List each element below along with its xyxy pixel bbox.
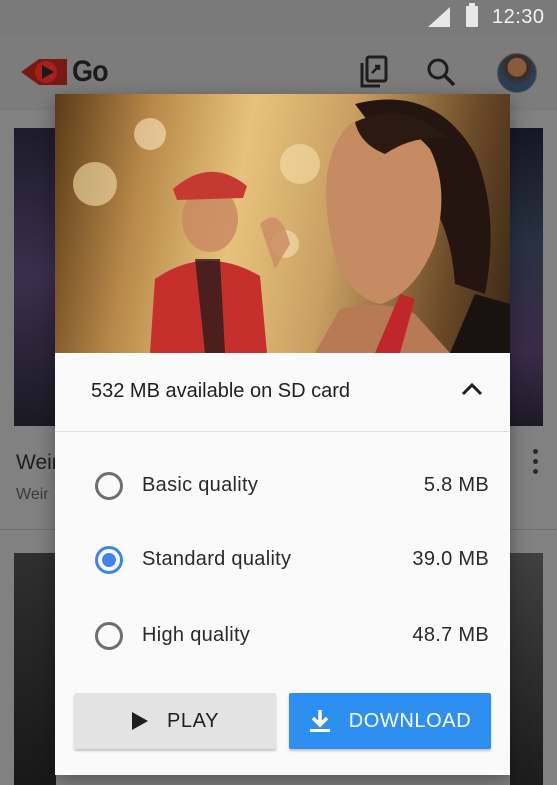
video-title[interactable]: Weir [16,451,59,475]
download-icon [309,709,331,733]
downloads-library-icon[interactable] [360,55,388,89]
download-button-label: DOWNLOAD [348,709,472,732]
quality-size: 48.7 MB [412,624,489,646]
video-thumbnail[interactable] [14,128,56,426]
quality-option-high[interactable]: High quality 48.7 MB [55,607,510,667]
quality-label: High quality [142,624,251,646]
quality-option-standard[interactable]: Standard quality 39.0 MB [55,531,510,591]
storage-available-text: 532 MB available on SD card [91,380,351,402]
play-button[interactable]: PLAY [74,693,276,749]
play-button-label: PLAY [166,709,220,732]
video-channel: Weir [16,486,49,503]
video-thumbnail[interactable] [510,553,543,785]
status-time: 12:30 [492,6,545,28]
user-avatar[interactable] [497,53,537,93]
video-thumbnail[interactable] [510,128,543,426]
video-preview-illustration [73,99,510,353]
download-button[interactable]: DOWNLOAD [289,693,491,749]
storage-info-row[interactable]: 532 MB available on SD card [55,353,510,432]
quality-size: 39.0 MB [412,548,489,570]
radio-button[interactable] [95,472,123,500]
quality-option-basic[interactable]: Basic quality 5.8 MB [55,457,510,517]
search-icon[interactable] [426,57,456,87]
more-vert-icon[interactable] [533,449,538,479]
signal-icon [428,7,450,27]
chevron-up-icon[interactable] [460,381,484,397]
radio-button[interactable] [95,622,123,650]
app-name: Go [72,55,109,88]
radio-button-selected[interactable] [95,546,123,574]
download-dialog: 532 MB available on SD card Basic qualit… [55,94,510,775]
video-preview-image [55,94,510,353]
video-thumbnail[interactable] [14,553,56,785]
play-icon [131,711,149,731]
quality-size: 5.8 MB [423,474,489,496]
quality-label: Basic quality [142,474,259,496]
youtube-play-logo-icon [21,59,67,85]
app-logo[interactable]: Go [21,55,112,89]
battery-icon [466,3,478,27]
quality-label: Standard quality [142,548,292,570]
status-bar: 12:30 [0,0,557,35]
